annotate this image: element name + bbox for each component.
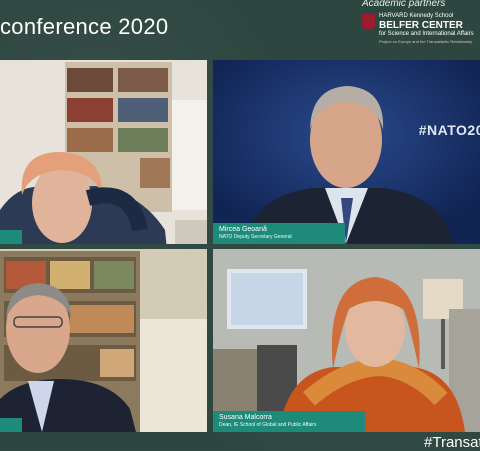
speaker-3-video (0, 249, 207, 432)
video-tile-2[interactable]: #NATO20 Mircea Geoană NATO Deputy Secret… (213, 60, 480, 244)
video-tile-3[interactable] (0, 249, 207, 432)
speaker-2-name: Mircea Geoană (219, 226, 267, 233)
event-title: conference 2020 (0, 14, 169, 39)
speaker-1-caption (0, 230, 22, 244)
logo-institution: HARVARD Kennedy School (379, 13, 454, 19)
video-tile-1[interactable] (0, 60, 207, 244)
partners-label: Academic partners (362, 0, 446, 9)
logo-name: BELFER CENTER (379, 20, 463, 31)
footer-hashtag: #Transatl (424, 434, 480, 451)
speaker-4-video (213, 249, 480, 432)
speaker-2-video (213, 60, 480, 244)
video-tile-4[interactable]: Susana Malcorra Dean, IE School of Globa… (213, 249, 480, 432)
tile-hashtag: #NATO20 (418, 122, 480, 138)
speaker-3-caption (0, 418, 22, 432)
speaker-1-video (0, 60, 207, 244)
belfer-center-logo: HARVARD Kennedy School BELFER CENTER for… (362, 12, 480, 52)
logo-tagline: Project on Europe and the Transatlantic … (379, 39, 473, 44)
speaker-2-caption: Mircea Geoană NATO Deputy Secretary Gene… (213, 223, 345, 244)
speaker-4-role: Dean, IE School of Global and Public Aff… (219, 422, 317, 428)
speaker-4-name: Susana Malcorra (219, 414, 272, 421)
speaker-4-caption: Susana Malcorra Dean, IE School of Globa… (213, 411, 365, 432)
logo-subtitle: for Science and International Affairs (379, 31, 474, 37)
harvard-shield-icon (362, 14, 375, 30)
speaker-2-role: NATO Deputy Secretary General (219, 234, 292, 240)
